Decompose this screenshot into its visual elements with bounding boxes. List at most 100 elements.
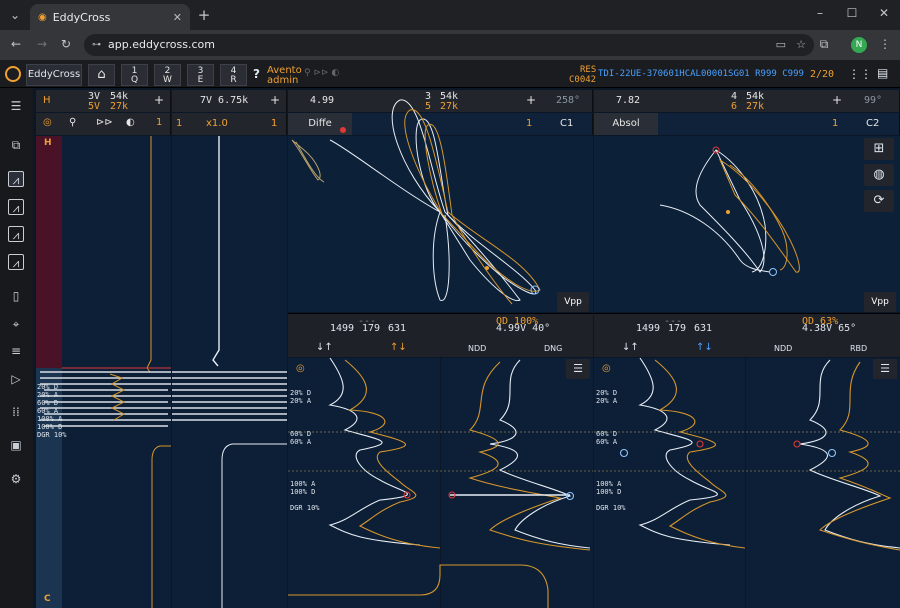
panel2-header: 7V 6.75k + <box>172 90 287 112</box>
site-info-icon[interactable]: ⊶ <box>92 34 101 56</box>
chart-view-1-icon[interactable]: ⩘ <box>8 171 24 187</box>
step-value[interactable]: 1 <box>832 118 838 129</box>
vpp-button[interactable]: Vpp <box>557 292 589 312</box>
sort-arrows[interactable]: ↓↑ <box>622 342 639 353</box>
fast-forward-icon[interactable]: ⊳⊳ <box>96 117 113 128</box>
app-logo-icon <box>5 66 21 82</box>
step-value[interactable]: 1 <box>156 117 162 128</box>
browser-tab[interactable]: ◉ EddyCross ✕ <box>30 4 190 30</box>
rbd-label[interactable]: RBD <box>850 344 867 353</box>
panel2-plot[interactable] <box>172 136 287 608</box>
lissa2-labels: 20% D 20% A 60% D 60% A 100% A 100% D DG… <box>596 389 626 512</box>
globe-button[interactable]: ◍ <box>864 164 894 186</box>
ch-bot: 5 <box>425 101 432 112</box>
page-counter: 2/20 <box>810 69 835 80</box>
maximize-icon[interactable]: ☐ <box>844 6 860 20</box>
close-window-icon[interactable]: ✕ <box>876 6 892 20</box>
dng-label[interactable]: DNG <box>544 344 562 353</box>
label-60a: 60% A <box>290 438 312 446</box>
close-tab-icon[interactable]: ✕ <box>173 11 182 24</box>
settings-icon[interactable]: ⚙ <box>8 471 24 487</box>
chart-view-4-icon[interactable]: ⩘ <box>8 254 24 270</box>
panel1-header: H 3V 5V 54k 27k + <box>36 90 171 112</box>
vpp-button[interactable]: Vpp <box>864 292 896 312</box>
phone-icon[interactable]: ▯ <box>8 288 24 304</box>
home-button[interactable]: ⌂ <box>88 64 115 86</box>
target-icon[interactable]: ◎ <box>602 363 611 374</box>
step-left[interactable]: 1 <box>176 118 182 129</box>
tab-title: EddyCross <box>52 10 111 24</box>
grid-menu-icon[interactable]: ⋮⋮ <box>848 67 872 81</box>
browser-menu-icon[interactable]: ⋮ <box>877 37 893 51</box>
add-button[interactable]: + <box>154 93 164 107</box>
tab-list-chevron-icon[interactable]: ⌄ <box>7 8 23 22</box>
label-60a: 60% A <box>596 438 618 446</box>
add-button[interactable]: + <box>526 93 536 107</box>
grid-button[interactable]: ⊞ <box>864 138 894 160</box>
num-2: 179 <box>668 323 687 334</box>
globe-icon: ◍ <box>873 167 885 182</box>
sort-arrows[interactable]: ↓↑ <box>316 342 333 353</box>
layers-icon[interactable]: ⧉ <box>8 137 24 153</box>
back-icon[interactable]: ← <box>8 37 24 51</box>
cast-icon[interactable]: ▭ <box>776 34 786 56</box>
window-icon[interactable]: ▤ <box>877 66 888 80</box>
add-button[interactable]: + <box>270 93 280 107</box>
key-button-w[interactable]: 2W <box>154 64 181 86</box>
freq-bot: 27k <box>110 101 129 112</box>
favicon-icon: ◉ <box>38 11 47 23</box>
location-icon[interactable]: ⌖ <box>8 316 24 332</box>
help-button[interactable]: ? <box>253 67 260 81</box>
zoom-value[interactable]: x1.0 <box>206 118 228 129</box>
label-100d: 100% D <box>290 488 316 496</box>
lissa2-strip-right[interactable] <box>746 358 900 608</box>
minimize-icon[interactable]: – <box>812 6 828 20</box>
chart-view-3-icon[interactable]: ⩘ <box>8 226 24 242</box>
list-icon[interactable]: ≡ <box>8 343 24 359</box>
key-button-q[interactable]: 1Q <box>121 64 148 86</box>
key-button-r[interactable]: 4R <box>220 64 247 86</box>
app-toolbar: EddyCross ⌂ 1Q 2W 3E 4R ? Avento admin ⚲… <box>0 60 900 88</box>
bookmark-star-icon[interactable]: ☆ <box>796 34 806 56</box>
ndd-label[interactable]: NDD <box>774 344 792 353</box>
profile-avatar[interactable]: N <box>851 37 867 53</box>
mode-button[interactable]: Absol <box>594 113 658 135</box>
sort-arrows-orange[interactable]: ↑↓ <box>390 342 407 353</box>
step-right[interactable]: 1 <box>271 118 277 129</box>
target-icon[interactable]: ◎ <box>296 363 305 374</box>
panel1-plot[interactable] <box>62 136 171 608</box>
target-icon[interactable]: ◎ <box>43 117 52 128</box>
sort-arrows-blue[interactable]: ↑↓ <box>696 342 713 353</box>
channel-button[interactable]: C1 <box>560 118 573 129</box>
wallet-icon[interactable]: ▣ <box>8 437 24 453</box>
panel1-controls: ◎ ⚲ ⊳⊳ ◐ 1 <box>36 113 171 135</box>
reload-icon[interactable]: ↻ <box>58 37 74 51</box>
add-button[interactable]: + <box>832 93 842 107</box>
chart-view-2-icon[interactable]: ⩘ <box>8 199 24 215</box>
refresh-button[interactable]: ⟳ <box>864 190 894 212</box>
label-20d: 20% D <box>37 383 59 391</box>
lissa2-plot[interactable] <box>594 136 900 312</box>
step-value[interactable]: 1 <box>526 118 532 129</box>
url-field[interactable]: ⊶ app.eddycross.com ▭ ☆ <box>84 34 814 56</box>
app-name-button[interactable]: EddyCross <box>26 64 82 86</box>
new-tab-icon[interactable]: + <box>196 6 212 24</box>
play-icon[interactable]: ▷ <box>8 371 24 387</box>
pin-icon[interactable]: ⚲ <box>69 117 76 128</box>
ndd-label[interactable]: NDD <box>468 344 486 353</box>
list-button[interactable]: ☰ <box>566 359 590 379</box>
channel-button[interactable]: C2 <box>866 118 879 129</box>
list-button[interactable]: ☰ <box>873 359 897 379</box>
record-id[interactable]: TDI-22UE-370601HCAL00001SG01 R999 C999 <box>598 69 804 79</box>
lissa1-plot[interactable] <box>288 136 593 312</box>
browser-address-bar: ← → ↻ ⊶ app.eddycross.com ▭ ☆ ⧉ N ⋮ <box>0 30 900 60</box>
palette-icon[interactable]: ◐ <box>126 117 135 128</box>
dots-grid-icon[interactable]: ⁞⁞ <box>8 404 24 420</box>
key-button-e[interactable]: 3E <box>187 64 214 86</box>
forward-icon[interactable]: → <box>34 37 50 51</box>
menu-icon[interactable]: ☰ <box>8 98 24 114</box>
extensions-icon[interactable]: ⧉ <box>816 37 832 52</box>
grid-icon: ⊞ <box>873 141 885 156</box>
lissa1-strip-right[interactable] <box>441 358 593 608</box>
mode-button[interactable]: Diffe <box>288 113 352 135</box>
